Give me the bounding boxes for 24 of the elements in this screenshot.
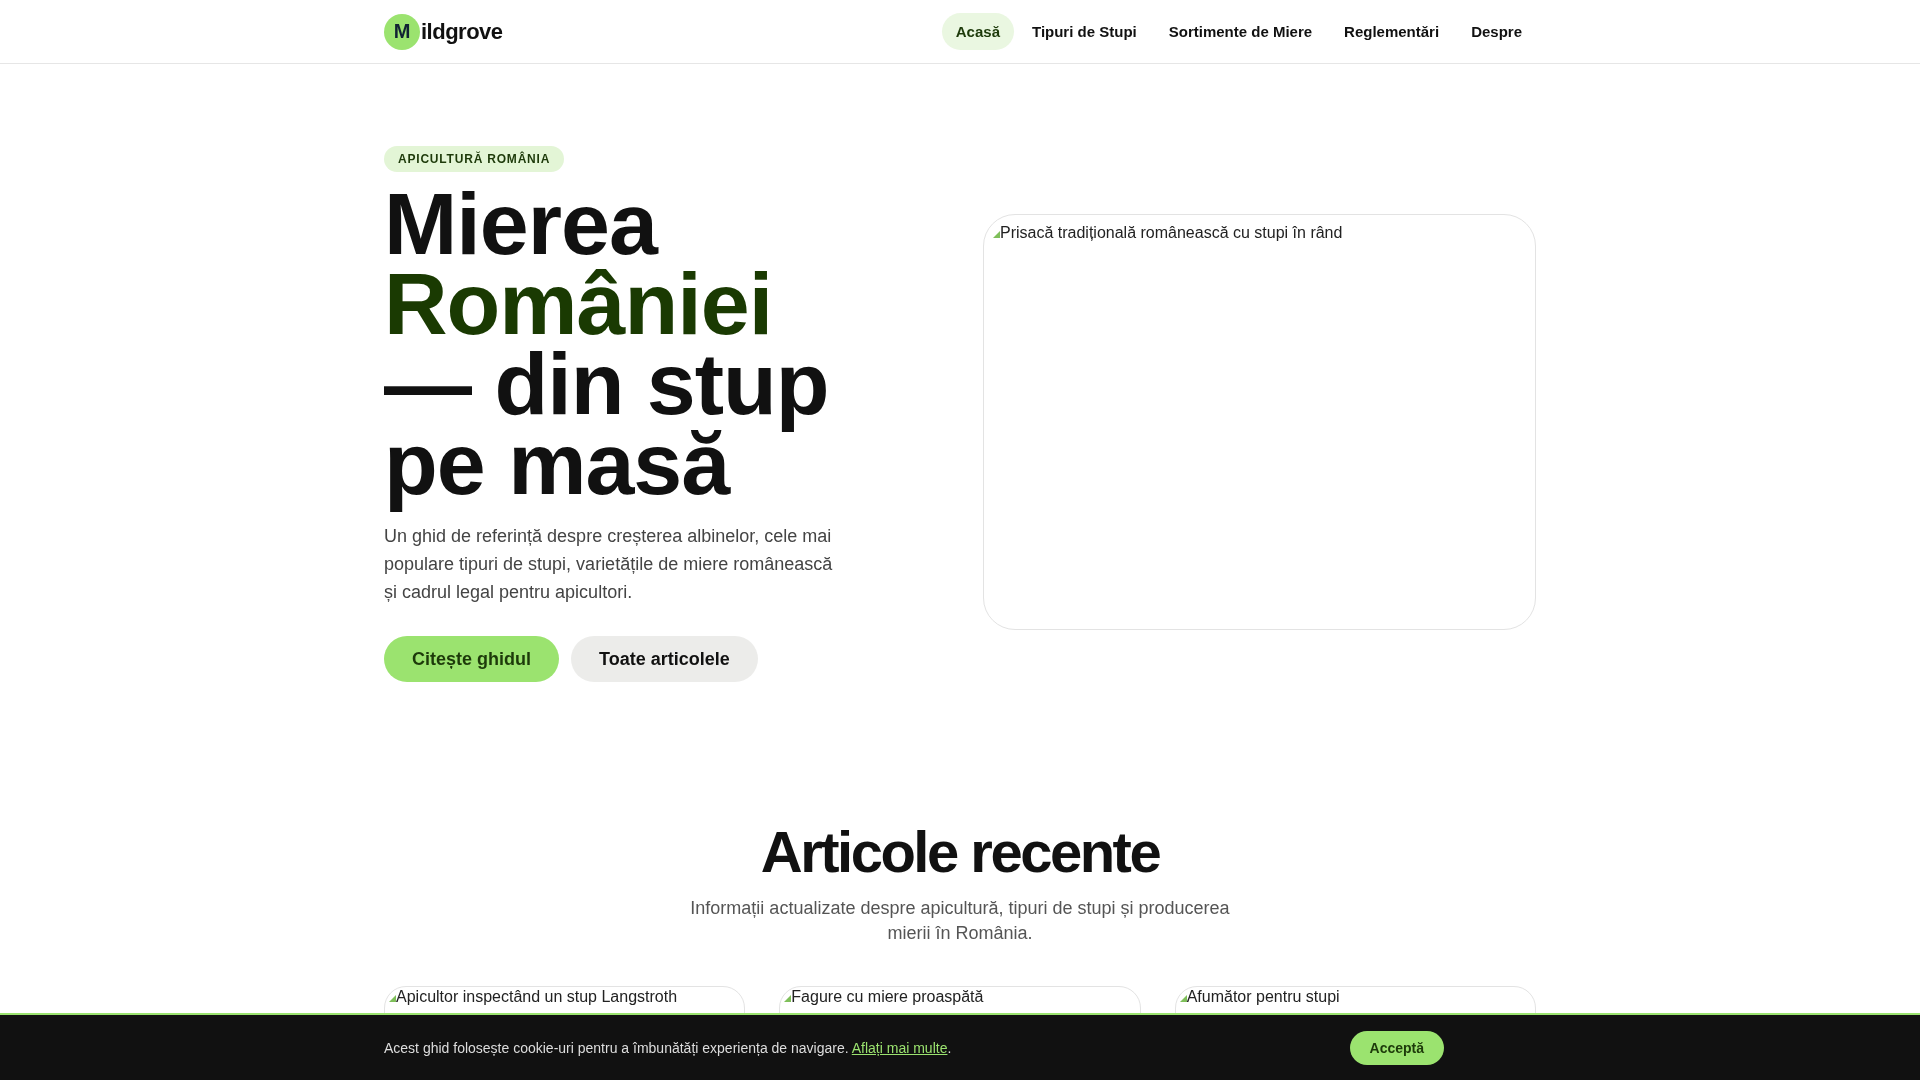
image-alt-text: Apicultor inspectând un stup Langstroth [396,988,678,1006]
read-guide-button[interactable]: Citește ghidul [384,636,559,682]
accept-button[interactable]: Acceptă [1349,1030,1444,1065]
image-alt-text: Prisacă tradițională românească cu stupi în rând [1000,224,1343,242]
nav-link[interactable]: Acasă [941,13,1014,50]
nav-link[interactable]: Reglementări [1330,13,1454,50]
broken-image-icon [389,995,396,1002]
cookie-notice: Acest ghid folosește cookie-uri pentru a îmbunătăți experiența de navigare. Aflați mai multe. [384,1039,952,1056]
all-articles-button[interactable]: Toate articolele [571,636,758,682]
nav-link[interactable]: Tipuri de Stupi [1018,13,1151,50]
broken-image-icon [1179,995,1187,1002]
image-alt-text: Afumător pentru stupi [1186,988,1340,1006]
broken-image-icon [993,231,1000,238]
image-alt-text: Fagure cu miere proaspătă [791,988,984,1006]
hero-intro: Un ghid de referință despre creșterea albinelor, cele mai populare tipuri de stupi, varietățile de miere românească și cadrul legal pentru apicultori. [384,525,834,604]
logo-mark[interactable]: M [384,13,420,50]
logo-text[interactable]: ildgrove [421,18,503,45]
category-tag: APICULTURĂ ROMÂNIA [384,146,565,172]
nav-link[interactable]: Sortimente de Miere [1154,13,1327,50]
nav-link[interactable]: Despre [1457,13,1536,50]
section-subtitle: Informații actualizate despre apicultură, tipuri de stupi și producerea mierii în România. [689,897,1231,945]
section-title: Articole recente [760,820,1160,884]
broken-image-icon [784,995,792,1002]
hero-heading: Mierea României — din stup pe masă [384,180,830,515]
